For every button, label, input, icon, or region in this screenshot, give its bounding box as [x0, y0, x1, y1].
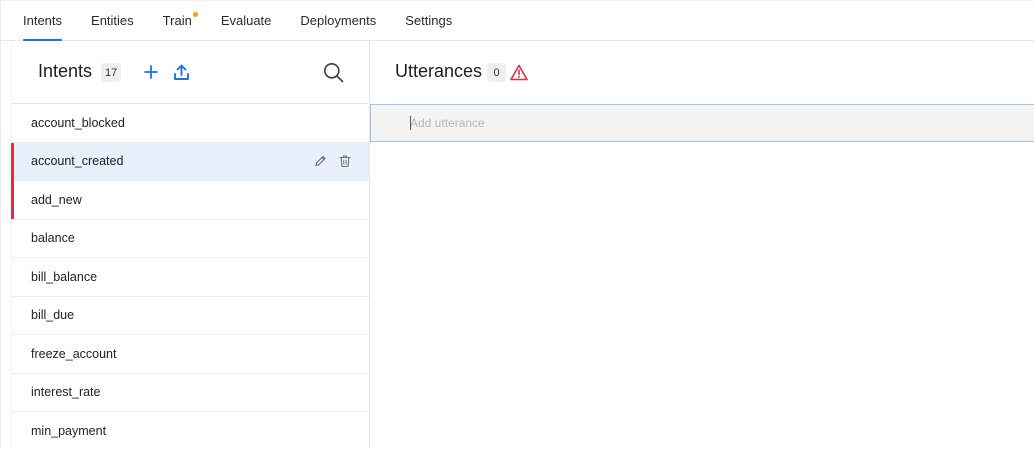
list-item[interactable]: freeze_account [12, 335, 369, 374]
list-item[interactable]: add_new [11, 180, 369, 220]
list-item[interactable]: bill_balance [12, 258, 369, 297]
tab-settings[interactable]: Settings [396, 1, 461, 40]
intent-name: add_new [31, 192, 82, 207]
intent-name: bill_due [31, 308, 75, 323]
upload-icon[interactable] [171, 62, 191, 82]
plus-icon[interactable] [142, 63, 160, 81]
pencil-icon[interactable] [314, 155, 327, 168]
tab-entities[interactable]: Entities [82, 1, 143, 40]
tab-label: Entities [91, 13, 134, 28]
intent-name: account_blocked [31, 115, 125, 130]
tab-label: Train [162, 13, 192, 28]
intent-name: interest_rate [31, 385, 101, 400]
trash-icon[interactable] [339, 155, 351, 168]
add-utterance-input[interactable] [371, 105, 1034, 141]
warning-icon [509, 62, 529, 82]
intent-name: bill_balance [31, 269, 98, 284]
utterance-input-container [370, 104, 1034, 142]
intents-count-badge: 17 [101, 63, 122, 82]
intents-panel-header: Intents 17 [12, 41, 369, 104]
tab-label: Evaluate [220, 13, 272, 28]
utterances-panel: Utterances 0 [370, 41, 1034, 449]
tab-intents[interactable]: Intents [14, 1, 71, 41]
list-item[interactable]: balance [12, 220, 369, 258]
tab-evaluate[interactable]: Evaluate [212, 1, 281, 40]
intent-name: balance [31, 231, 75, 246]
intents-panel: Intents 17 account_blocked account_creat… [11, 41, 370, 449]
intent-name: freeze_account [31, 346, 117, 361]
utterances-panel-title: Utterances [395, 61, 483, 81]
app-window: Intents Entities Train Evaluate Deployme… [0, 0, 1034, 449]
row-actions [314, 155, 351, 168]
text-caret [410, 116, 411, 130]
tab-deployments[interactable]: Deployments [291, 1, 385, 40]
list-item[interactable]: interest_rate [12, 374, 369, 412]
intents-panel-title: Intents [38, 61, 93, 81]
intent-name: account_created [31, 154, 124, 169]
list-item[interactable]: account_created [11, 142, 369, 181]
tab-label: Settings [405, 13, 453, 28]
search-icon[interactable] [322, 61, 344, 83]
tab-label: Deployments [300, 13, 377, 28]
utterances-panel-header: Utterances 0 [370, 41, 1034, 104]
list-item[interactable]: min_payment [12, 412, 369, 449]
tab-train[interactable]: Train [154, 1, 201, 40]
list-item[interactable]: account_blocked [12, 104, 369, 143]
intents-list: account_blocked account_created add_new … [11, 104, 369, 449]
tab-label: Intents [23, 13, 63, 28]
list-item[interactable]: bill_due [12, 297, 369, 335]
top-tab-bar: Intents Entities Train Evaluate Deployme… [1, 0, 1034, 41]
utterances-count-badge: 0 [487, 63, 506, 82]
intent-name: min_payment [31, 423, 107, 438]
train-notification-dot [192, 12, 198, 17]
